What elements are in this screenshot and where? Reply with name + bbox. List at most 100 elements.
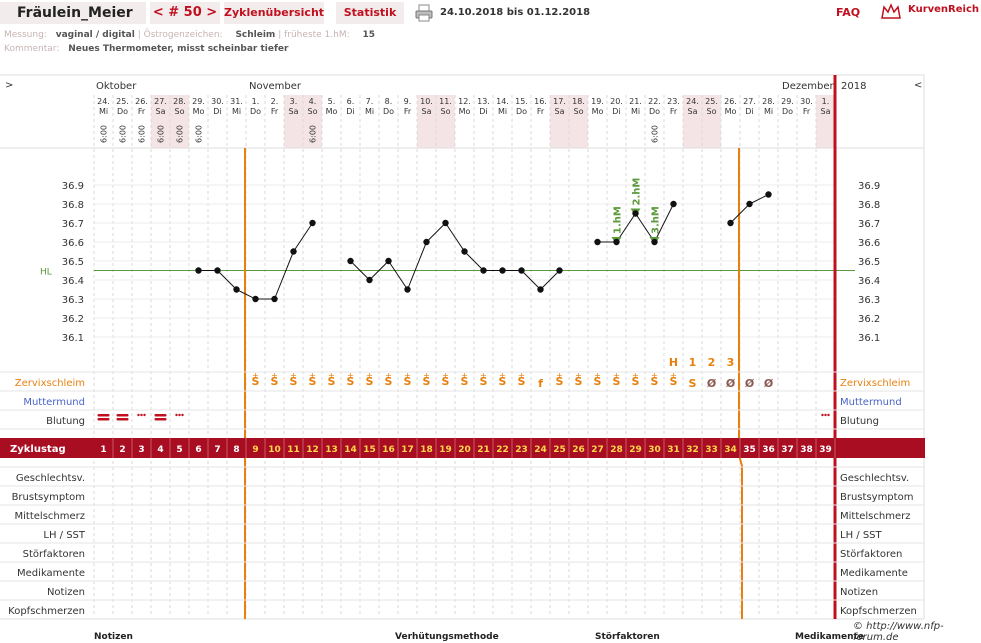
day-weekday: Do xyxy=(649,107,660,116)
cycle-day-number: 18 xyxy=(420,445,433,455)
hl-label: HL xyxy=(40,268,52,278)
temp-point xyxy=(651,238,658,246)
cycle-day-number: 32 xyxy=(686,445,699,455)
day-weekday: Di xyxy=(213,107,221,116)
cycle-day-number: 17 xyxy=(401,445,414,455)
temp-axis-label-right: 36.2 xyxy=(858,314,880,325)
temp-point xyxy=(727,219,734,227)
cycle-day-number: 31 xyxy=(667,445,680,455)
day-number: 26. xyxy=(724,97,737,106)
day-number: 19. xyxy=(591,97,604,106)
row-label-notes: Notizen xyxy=(47,587,85,598)
day-number: 1. xyxy=(252,97,260,106)
mucus-count-label: 3 xyxy=(727,356,735,369)
cycle-day-number: 30 xyxy=(648,445,661,455)
mucus-plus: + xyxy=(328,371,335,380)
day-number: 22. xyxy=(648,97,661,106)
temp-point xyxy=(385,257,392,265)
temp-axis-label-right: 36.6 xyxy=(858,238,880,249)
nav-next-button[interactable]: < xyxy=(914,80,922,91)
day-weekday: Mo xyxy=(725,107,737,116)
measurement-time: 6:00 xyxy=(119,125,128,143)
temp-point xyxy=(613,238,620,246)
day-number: 7. xyxy=(366,97,374,106)
bleeding-spot-mark xyxy=(821,413,824,417)
day-weekday: Fr xyxy=(537,107,545,116)
measurement-time: 6:00 xyxy=(157,125,166,143)
mucus-plus: + xyxy=(499,371,506,380)
cycle-day-number: 39 xyxy=(819,445,832,455)
cycle-day-number: 3 xyxy=(138,445,144,455)
mucus-plus: + xyxy=(613,371,620,380)
day-number: 31. xyxy=(230,97,243,106)
mucus-plus: + xyxy=(651,371,658,380)
day-number: 12. xyxy=(458,97,471,106)
day-number: 1. xyxy=(822,97,830,106)
row-label-lh: LH / SST xyxy=(43,530,86,541)
cycle-day-number: 20 xyxy=(458,445,471,455)
mucus-symbol: Ø xyxy=(764,377,774,390)
day-number: 9. xyxy=(404,97,412,106)
nav-prev-button[interactable]: > xyxy=(5,80,13,91)
row-label-intercourse: Geschlechtsv. xyxy=(16,473,85,484)
day-weekday: Sa xyxy=(821,107,831,116)
temp-point xyxy=(233,286,240,293)
row-label-medication-right: Medikamente xyxy=(840,568,908,579)
copyright: © http://www.nfp-forum.de xyxy=(853,621,944,643)
high-marker-label: 2.hM xyxy=(632,178,643,206)
cycle-day-number: 34 xyxy=(724,445,737,455)
day-weekday: Mi xyxy=(232,107,241,116)
temp-point xyxy=(214,267,221,274)
mucus-count-label: H xyxy=(669,356,678,369)
day-number: 3. xyxy=(290,97,298,106)
cycle-day-number: 21 xyxy=(477,445,490,455)
month-label: Dezember xyxy=(782,81,834,92)
temp-point xyxy=(632,210,639,217)
row-label-cervix-right: Muttermund xyxy=(840,397,902,408)
temp-axis-label-right: 36.8 xyxy=(858,200,880,211)
cycle-day-number: 8 xyxy=(233,445,239,455)
day-number: 16. xyxy=(534,97,547,106)
mucus-plus: + xyxy=(575,371,582,380)
cycle-day-number: 37 xyxy=(781,445,794,455)
bleeding-spot-mark xyxy=(175,413,178,417)
cycle-day-number: 23 xyxy=(515,445,528,455)
footer-notes: Notizen xyxy=(94,632,133,642)
row-label-disturbances: Störfaktoren xyxy=(23,549,85,560)
day-weekday: Fr xyxy=(803,107,811,116)
row-label-midpain: Mittelschmerz xyxy=(15,511,85,522)
mucus-plus: + xyxy=(556,371,563,380)
day-weekday: Mo xyxy=(193,107,205,116)
cycle-day-number: 10 xyxy=(268,445,281,455)
day-number: 24. xyxy=(97,97,110,106)
day-weekday: Do xyxy=(117,107,128,116)
row-label-cervix: Muttermund xyxy=(23,397,85,408)
day-weekday: So xyxy=(441,107,451,116)
cycle-day-number: 16 xyxy=(382,445,395,455)
day-number: 26. xyxy=(135,97,148,106)
day-weekday: Mi xyxy=(498,107,507,116)
day-weekday: Sa xyxy=(156,107,166,116)
row-label-headache-right: Kopfschmerzen xyxy=(840,606,917,617)
measurement-time: 6:00 xyxy=(138,125,147,143)
day-number: 27. xyxy=(743,97,756,106)
temp-point xyxy=(556,267,563,274)
mucus-plus: + xyxy=(632,371,639,380)
temp-point xyxy=(670,200,677,208)
cycle-day-number: 1 xyxy=(100,445,106,455)
day-number: 2. xyxy=(271,97,279,106)
day-weekday: Mi xyxy=(99,107,108,116)
mucus-symbol: Ø xyxy=(745,377,755,390)
mucus-plus: + xyxy=(347,371,354,380)
day-number: 30. xyxy=(800,97,813,106)
row-label-breast: Brustsymptom xyxy=(12,492,85,503)
day-number: 29. xyxy=(781,97,794,106)
cycle-day-number: 29 xyxy=(629,445,642,455)
temp-point xyxy=(252,295,259,303)
bleeding-spot-mark xyxy=(824,413,827,417)
day-weekday: Di xyxy=(745,107,753,116)
mucus-plus: + xyxy=(271,371,278,380)
bleeding-spot-mark xyxy=(181,413,184,417)
mucus-plus: + xyxy=(309,371,316,380)
mucus-symbol: Ø xyxy=(707,377,717,390)
